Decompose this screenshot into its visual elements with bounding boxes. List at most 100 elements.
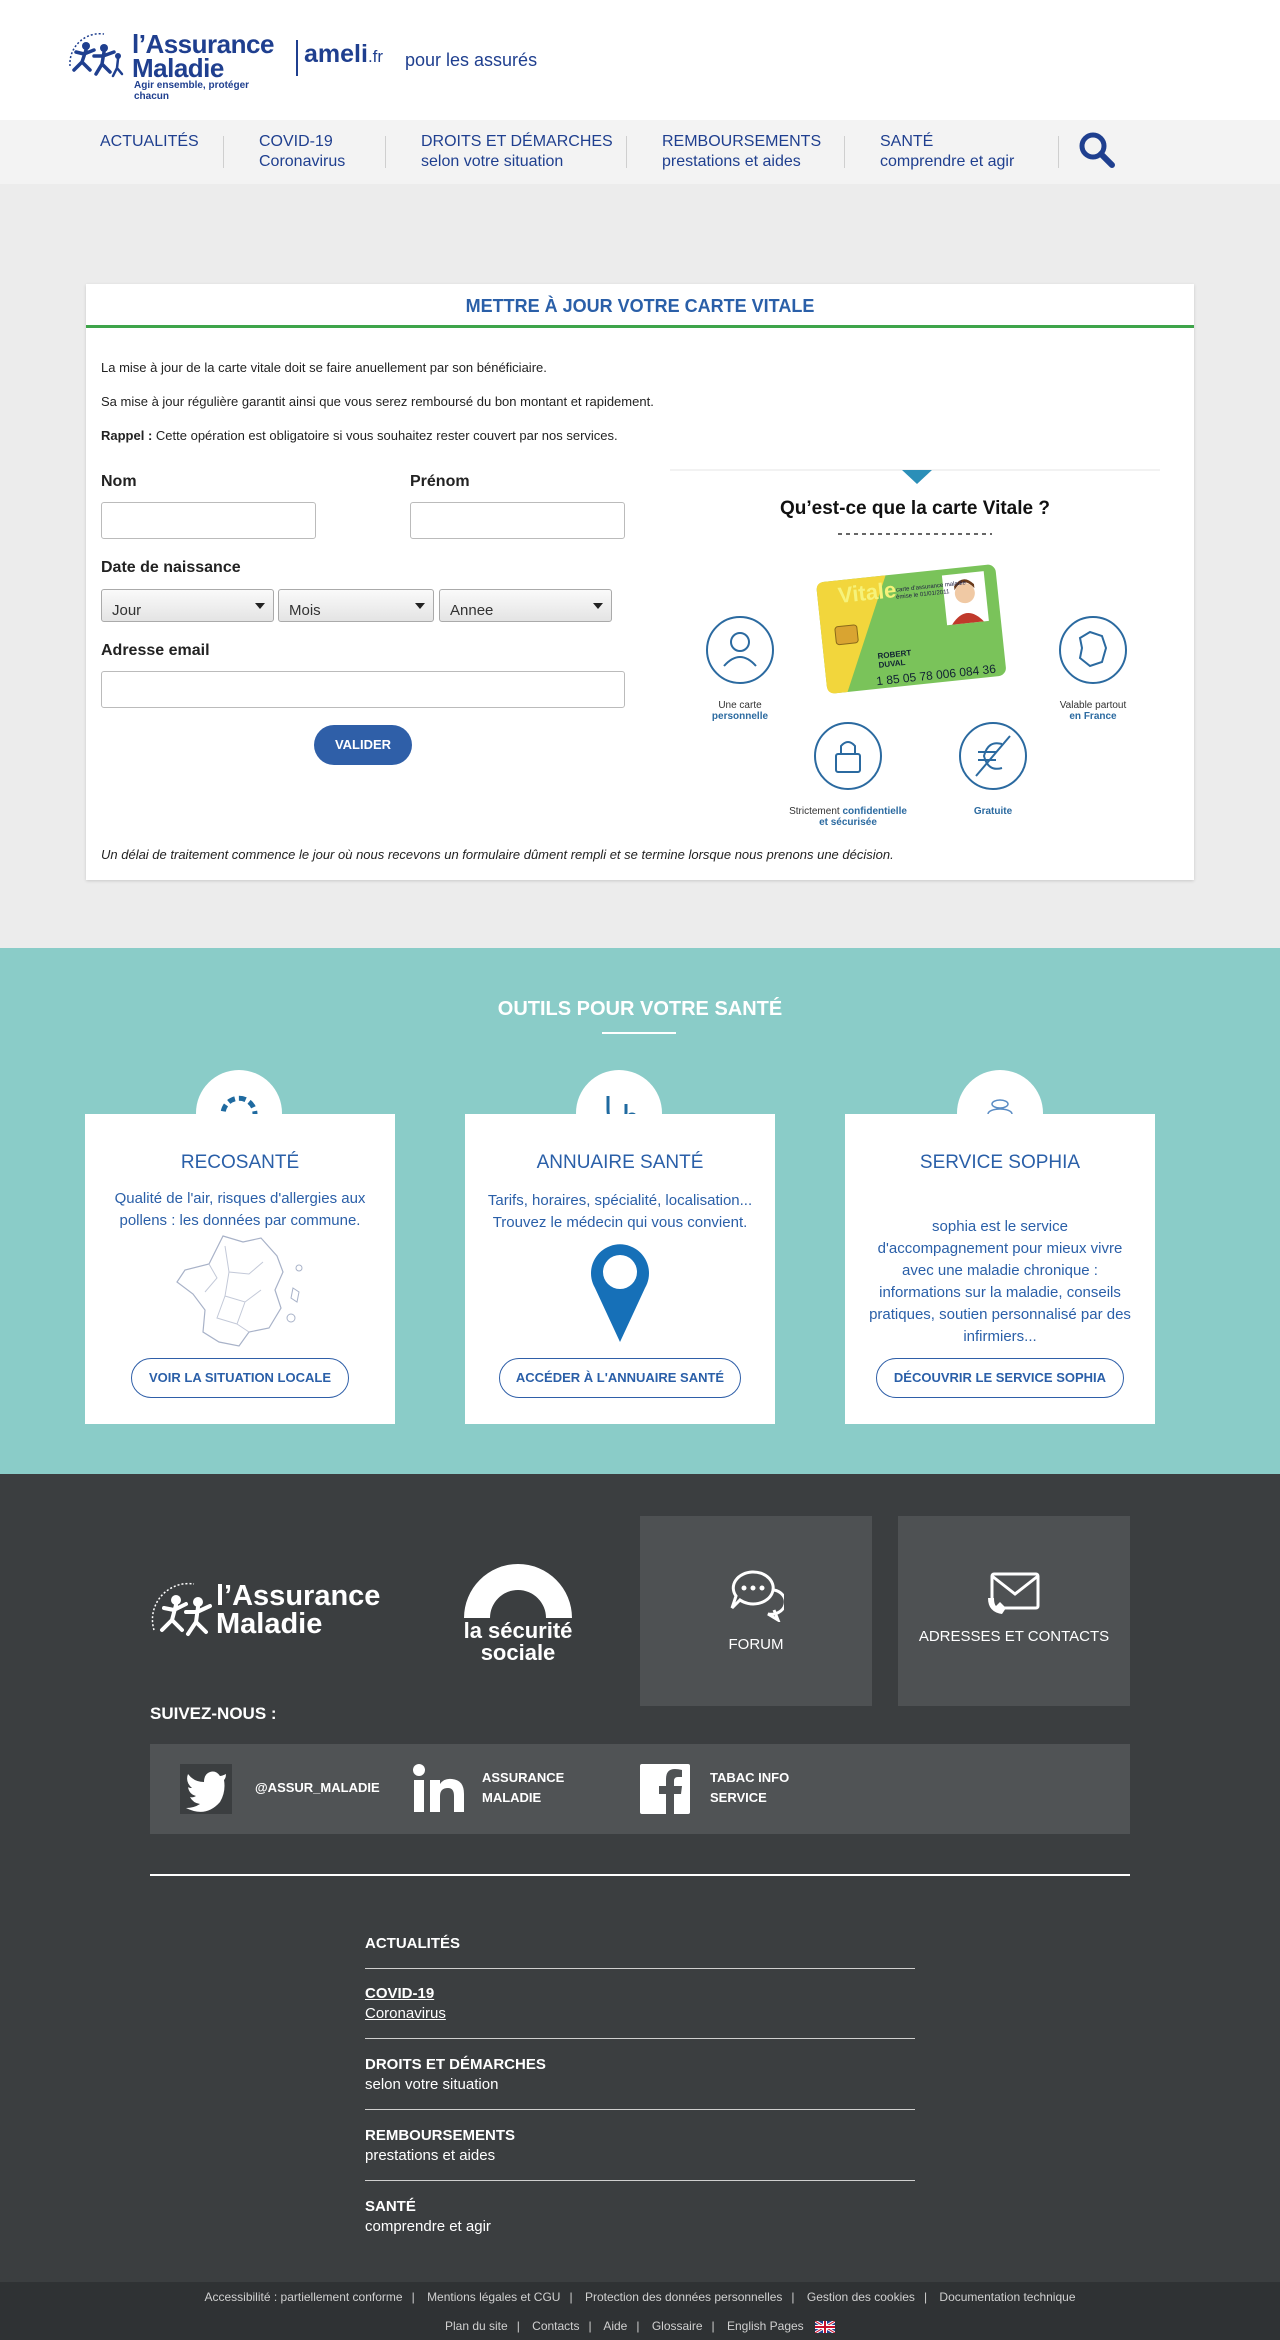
- recosante-button[interactable]: VOIR LA SITUATION LOCALE: [131, 1358, 349, 1398]
- linkedin-link[interactable]: ASSURANCE MALADIE: [412, 1744, 612, 1834]
- nav-item-covid[interactable]: COVID-19 Coronavirus: [259, 132, 345, 172]
- social-bar: @ASSUR_MALADIE ASSURANCE MALADIE TABAC IN…: [150, 1744, 1130, 1834]
- feature-personal: Une carte personnelle: [711, 700, 769, 722]
- nom-label: Nom: [101, 473, 137, 490]
- footer-nav-droits[interactable]: DROITS ET DÉMARCHES selon votre situation: [365, 2055, 546, 2095]
- nav-divider: [844, 136, 845, 168]
- ameli-logo[interactable]: ameli.fr: [296, 40, 383, 76]
- recosante-card: RECOSANTÉ Qualité de l'air, risques d'al…: [85, 1114, 395, 1424]
- annuaire-description: Tarifs, horaires, spécialité, localisati…: [487, 1192, 753, 1231]
- facebook-link[interactable]: TABAC INFO SERVICE: [640, 1744, 840, 1834]
- facebook-label: TABAC INFO SERVICE: [710, 1770, 790, 1805]
- nav-item-remboursements[interactable]: REMBOURSEMENTS prestations et aides: [662, 132, 821, 172]
- feature-free: Gratuite: [973, 806, 1013, 817]
- sophia-button[interactable]: DÉCOUVRIR LE SERVICE SOPHIA: [876, 1358, 1124, 1398]
- nav-divider: [385, 136, 386, 168]
- facebook-icon: [640, 1764, 690, 1814]
- tech-docs-link[interactable]: Documentation technique: [939, 2290, 1075, 2304]
- prenom-label: Prénom: [410, 473, 470, 490]
- email-label: Adresse email: [101, 642, 210, 659]
- site-header: l’Assurance Maladie Agir ensemble, proté…: [0, 0, 1280, 120]
- month-select[interactable]: Mois: [278, 589, 434, 622]
- accessibility-link[interactable]: Accessibilité : partiellement conforme: [205, 2290, 403, 2304]
- forum-tile[interactable]: FORUM: [640, 1516, 872, 1706]
- intro-paragraph: Sa mise à jour régulière garantit ainsi …: [101, 394, 654, 409]
- submit-button[interactable]: VALIDER: [314, 725, 412, 765]
- vitale-infographic: Qu’est-ce que la carte Vitale ? Vitale c…: [670, 466, 1160, 846]
- footer-assurance-maladie-logo[interactable]: l’Assurance Maladie: [150, 1574, 400, 1654]
- cookies-link[interactable]: Gestion des cookies: [807, 2290, 915, 2304]
- vitale-card-holder: ROBERT DUVAL: [877, 648, 912, 670]
- sophia-card: SERVICE SOPHIA sophia est le service d'a…: [845, 1114, 1155, 1424]
- twitter-icon: [180, 1764, 232, 1814]
- chevron-down-icon: [255, 603, 265, 609]
- linkedin-label: ASSURANCE MALADIE: [482, 1770, 565, 1805]
- footer-nav-divider: [365, 1968, 915, 1969]
- securite-sociale-arch-icon: [464, 1564, 572, 1618]
- annuaire-button[interactable]: ACCÉDER À L'ANNUAIRE SANTÉ: [499, 1358, 741, 1398]
- title-underline: [602, 1032, 676, 1034]
- securite-sociale-logo[interactable]: la sécurité sociale: [460, 1560, 576, 1670]
- search-icon: [1079, 132, 1115, 168]
- vitale-infographic-art: [670, 469, 1160, 790]
- runners-logo-icon: [69, 32, 124, 78]
- vitale-title: Qu’est-ce que la carte Vitale ?: [780, 498, 1050, 519]
- tools-title: OUTILS POUR VOTRE SANTÉ: [497, 998, 783, 1020]
- contacts-tile[interactable]: ADRESSES ET CONTACTS: [898, 1516, 1130, 1706]
- assurance-maladie-logo[interactable]: l’Assurance Maladie Agir ensemble, proté…: [64, 26, 284, 102]
- form-title: METTRE À JOUR VOTRE CARTE VITALE: [86, 284, 1194, 328]
- france-map-icon: [176, 1235, 303, 1347]
- email-input[interactable]: [101, 671, 625, 708]
- chevron-down-icon: [415, 603, 425, 609]
- intro-paragraph: La mise à jour de la carte vitale doit s…: [101, 360, 547, 375]
- footer-divider: [150, 1874, 1130, 1876]
- footer-nav-remboursements[interactable]: REMBOURSEMENTS prestations et aides: [365, 2126, 515, 2166]
- footer-logo-title: l’Assurance Maladie: [216, 1580, 381, 1640]
- legal-bar: Accessibilité : partiellement conforme | …: [0, 2282, 1280, 2340]
- glossary-link[interactable]: Glossaire: [652, 2319, 703, 2333]
- nom-input[interactable]: [101, 502, 316, 539]
- recosante-title: RECOSANTÉ: [180, 1152, 300, 1173]
- search-button[interactable]: [1077, 130, 1117, 170]
- linkedin-icon: [413, 1764, 464, 1812]
- nav-item-actualites[interactable]: ACTUALITÉS: [100, 132, 199, 152]
- site-footer: l’Assurance Maladie la sécurité sociale FO…: [0, 1474, 1280, 2282]
- footer-nav-actualites[interactable]: ACTUALITÉS: [365, 1934, 460, 1954]
- privacy-link[interactable]: Protection des données personnelles: [585, 2290, 782, 2304]
- sitemap-link[interactable]: Plan du site: [445, 2319, 508, 2333]
- contacts-link[interactable]: Contacts: [532, 2319, 579, 2333]
- feature-secure: Strictement confidentielle et sécurisée: [789, 806, 907, 828]
- english-pages-link[interactable]: English Pages: [727, 2319, 804, 2333]
- logo-title: l’Assurance Maladie: [132, 29, 274, 83]
- nav-item-droits[interactable]: DROITS ET DÉMARCHES selon votre situation: [421, 132, 613, 172]
- year-select[interactable]: Annee: [439, 589, 612, 622]
- birthdate-label: Date de naissance: [101, 559, 241, 576]
- footer-nav-sante[interactable]: SANTÉ comprendre et agir: [365, 2197, 491, 2237]
- annuaire-title: ANNUAIRE SANTÉ: [536, 1152, 704, 1173]
- sophia-title: SERVICE SOPHIA: [919, 1152, 1081, 1173]
- nav-divider: [626, 136, 627, 168]
- nav-item-sante[interactable]: SANTÉ comprendre et agir: [880, 132, 1014, 172]
- day-select[interactable]: Jour: [101, 589, 274, 622]
- contacts-label: ADRESSES ET CONTACTS: [918, 1628, 1110, 1645]
- legal-notice-link[interactable]: Mentions légales et CGU: [427, 2290, 560, 2304]
- recosante-description: Qualité de l'air, risques d'allergies au…: [114, 1190, 366, 1229]
- health-tools-section: OUTILS POUR VOTRE SANTÉ RECOSANTÉ Qualit…: [0, 948, 1280, 1474]
- nav-divider: [223, 136, 224, 168]
- footer-nav-covid[interactable]: COVID-19 Coronavirus: [365, 1984, 446, 2024]
- audience-label: pour les assurés: [405, 50, 538, 70]
- prenom-input[interactable]: [410, 502, 625, 539]
- processing-note: Un délai de traitement commence le jour …: [101, 847, 894, 862]
- map-pin-icon: [591, 1244, 649, 1342]
- envelope-phone-icon: [988, 1572, 1040, 1614]
- securite-sociale-text: la sécurité sociale: [463, 1618, 573, 1665]
- logo-tagline: Agir ensemble, protéger chacun: [134, 80, 250, 102]
- help-link[interactable]: Aide: [603, 2319, 627, 2333]
- nav-divider: [1058, 136, 1059, 168]
- chat-bubbles-icon: [730, 1570, 784, 1622]
- forum-label: FORUM: [728, 1636, 784, 1653]
- twitter-handle: @ASSUR_MALADIE: [255, 1780, 380, 1795]
- legal-links-row: Accessibilité : partiellement conforme | …: [204, 2290, 1076, 2304]
- follow-us-label: SUIVEZ-NOUS :: [150, 1704, 277, 1723]
- twitter-link[interactable]: @ASSUR_MALADIE: [180, 1744, 380, 1834]
